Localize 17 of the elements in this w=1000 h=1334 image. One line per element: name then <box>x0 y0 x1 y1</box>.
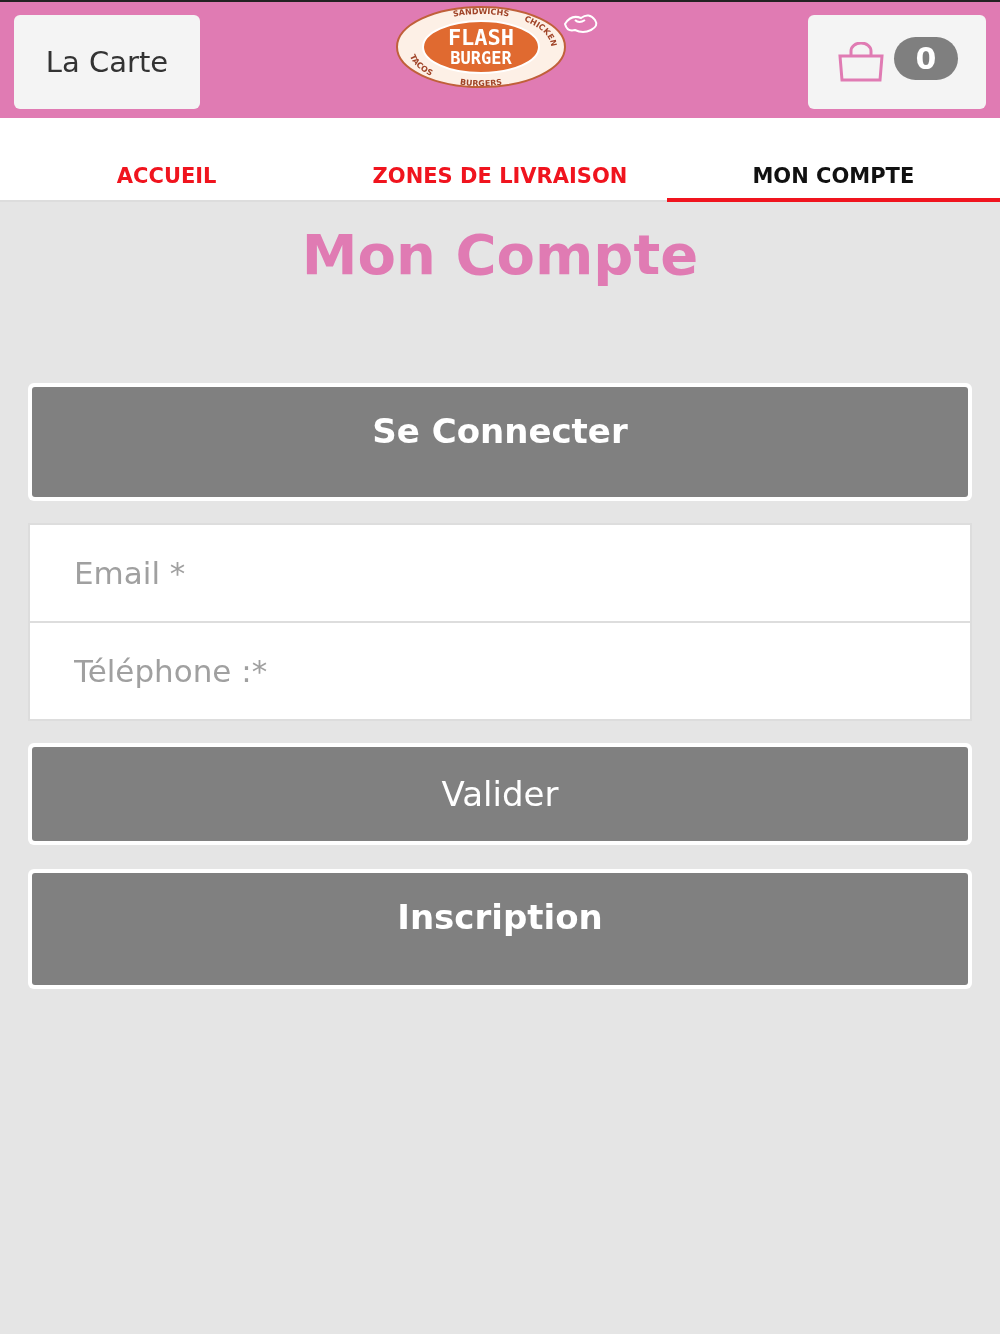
logo-ring-text: BURGERS <box>459 77 503 88</box>
cart-button[interactable]: 0 <box>808 15 986 109</box>
nav-tab[interactable]: ZONES DE LIVRAISON <box>333 118 667 202</box>
menu-button[interactable]: La Carte <box>14 15 200 109</box>
login-button[interactable]: Se Connecter <box>32 387 968 497</box>
logo-text: BURGER <box>450 48 512 68</box>
logo-text: FLASH <box>447 25 515 50</box>
signup-button[interactable]: Inscription <box>32 873 968 985</box>
input-field[interactable]: Email * <box>28 523 972 623</box>
page-title: Mon Compte <box>300 222 700 287</box>
submit-button[interactable]: Valider <box>32 747 968 841</box>
nav-tab[interactable]: MON COMPTE <box>666 118 1000 202</box>
nav-tab[interactable]: ACCUEIL <box>0 118 334 202</box>
logo-ring-text: SANDWICHS <box>452 6 510 19</box>
cart-count: 0 <box>893 36 959 80</box>
input-field[interactable]: Téléphone :* <box>28 623 972 721</box>
shopping-bag-icon <box>835 42 886 82</box>
